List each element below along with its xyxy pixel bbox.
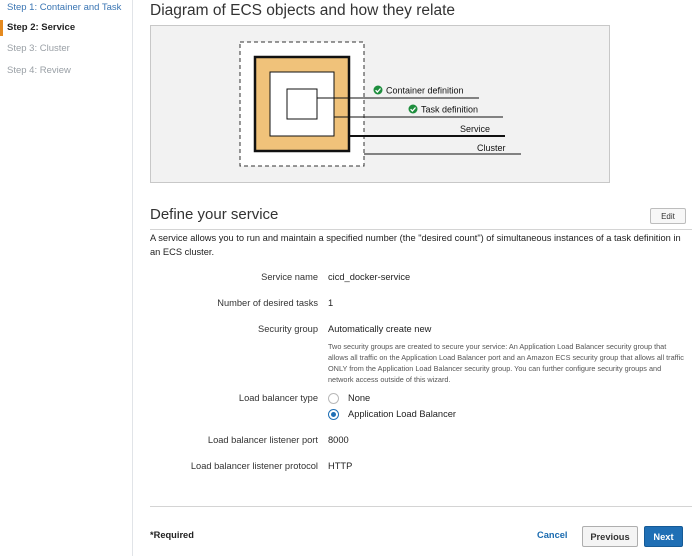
- previous-button[interactable]: Previous: [582, 526, 638, 547]
- service-description: A service allows you to run and maintain…: [150, 233, 681, 257]
- wizard-sidebar: Step 1: Container and Task Step 2: Servi…: [0, 0, 133, 556]
- sidebar-step-container-and-task[interactable]: Step 1: Container and Task: [0, 0, 121, 16]
- lb-type-option-alb[interactable]: Application Load Balancer: [328, 407, 456, 421]
- security-group-help-text: Two security groups are created to secur…: [328, 342, 684, 384]
- edit-button[interactable]: Edit: [650, 208, 686, 224]
- main-content: Diagram of ECS objects and how they rela…: [133, 0, 700, 556]
- service-name-label: Service name: [261, 272, 318, 282]
- cancel-link[interactable]: Cancel: [537, 530, 568, 540]
- check-icon: [373, 85, 383, 95]
- ecs-diagram-canvas: Container definition Task definition Ser…: [239, 41, 521, 167]
- listener-port-value: 8000: [328, 435, 349, 445]
- cluster-label: Cluster: [477, 143, 506, 153]
- lb-type-option-none[interactable]: None: [328, 391, 370, 405]
- check-icon: [408, 104, 418, 114]
- load-balancer-type-label: Load balancer type: [238, 393, 318, 403]
- listener-protocol-label: Load balancer listener protocol: [190, 461, 318, 471]
- ecs-diagram: Container definition Task definition Ser…: [150, 25, 610, 183]
- lb-type-none-label: None: [348, 393, 371, 403]
- container-definition-box: [286, 88, 318, 120]
- footer-divider: [150, 506, 692, 507]
- section-divider: [150, 229, 692, 230]
- sidebar-step-service[interactable]: Step 2: Service: [0, 20, 75, 36]
- service-label: Service: [460, 124, 490, 134]
- security-group-value: Automatically create new: [328, 324, 432, 334]
- listener-port-label: Load balancer listener port: [207, 435, 318, 445]
- next-button[interactable]: Next: [644, 526, 683, 547]
- container-definition-label: Container definition: [386, 86, 464, 96]
- sidebar-step-review: Step 4: Review: [7, 65, 71, 76]
- listener-protocol-value: HTTP: [328, 461, 353, 471]
- desired-tasks-value: 1: [328, 298, 334, 308]
- security-group-label: Security group: [258, 324, 318, 334]
- task-definition-label: Task definition: [421, 105, 478, 115]
- service-name-value: cicd_docker-service: [328, 272, 411, 282]
- desired-tasks-label: Number of desired tasks: [217, 298, 318, 308]
- required-note: *Required: [150, 530, 194, 540]
- sidebar-step-cluster: Step 3: Cluster: [7, 43, 70, 54]
- lb-type-alb-label: Application Load Balancer: [348, 409, 457, 419]
- diagram-title: Diagram of ECS objects and how they rela…: [150, 2, 455, 19]
- lb-type-alb-radio[interactable]: [328, 408, 339, 420]
- section-title: Define your service: [150, 206, 279, 223]
- lb-type-none-radio[interactable]: [328, 392, 339, 404]
